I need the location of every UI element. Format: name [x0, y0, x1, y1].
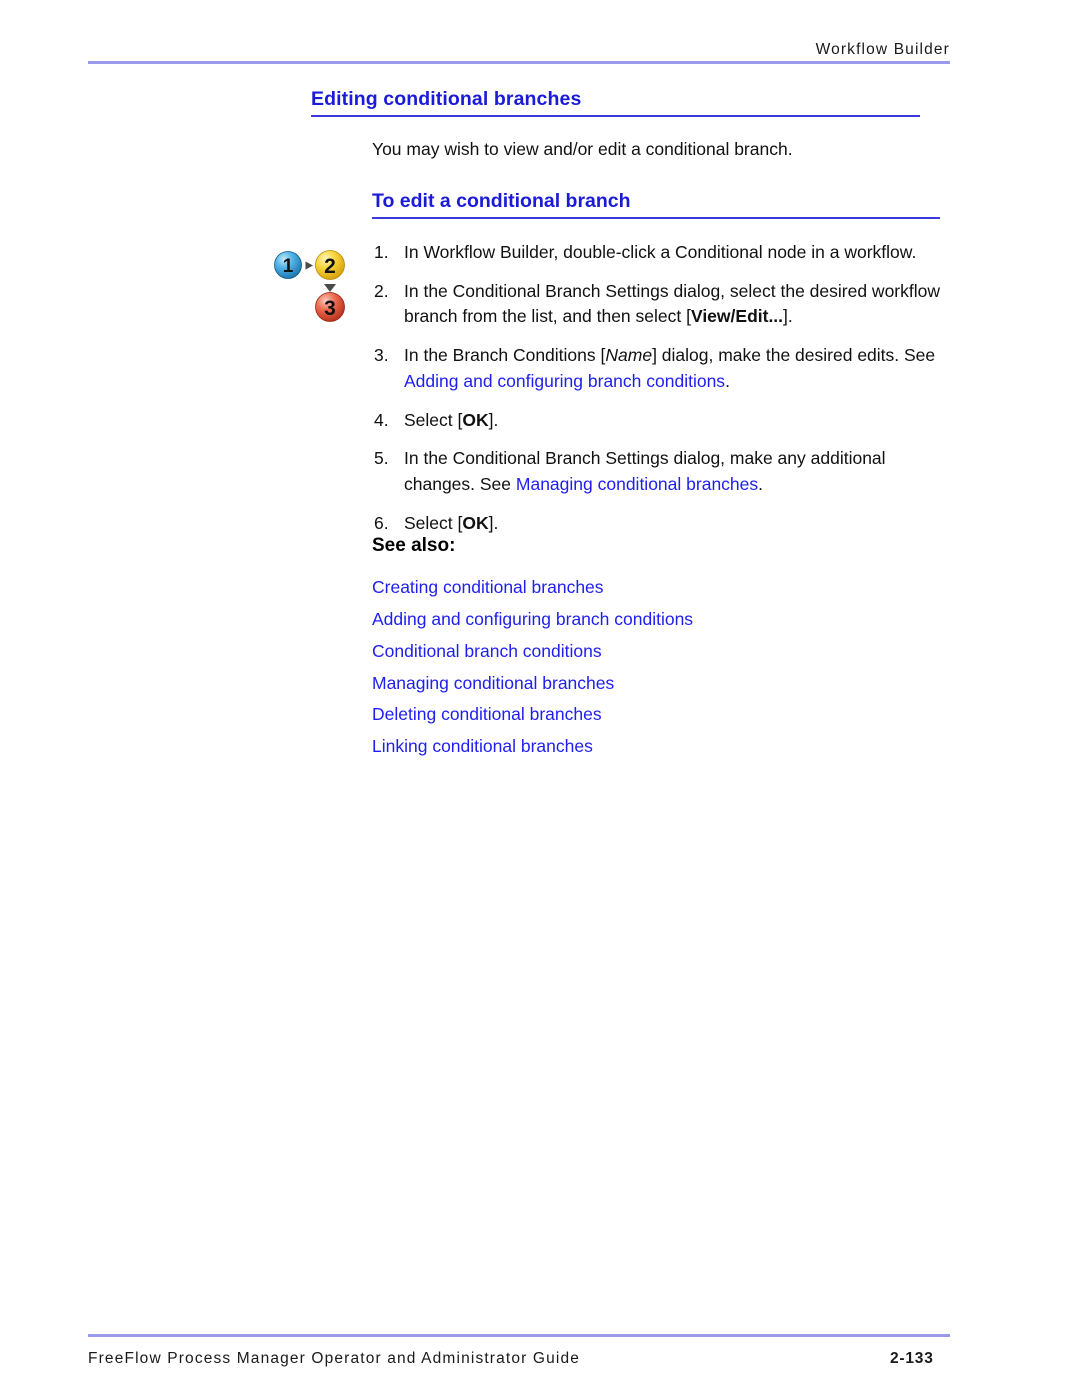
see-also-link[interactable]: Conditional branch conditions: [372, 636, 932, 668]
procedure-step-text: Select [OK].: [404, 410, 498, 430]
procedure-step-number: 4.: [374, 409, 389, 430]
see-also-link[interactable]: Managing conditional branches: [372, 668, 932, 700]
footer-page-number: 2-133: [890, 1350, 934, 1367]
procedure-step: 1. In Workflow Builder, double-click a Co…: [372, 240, 950, 266]
procedure-step-text: In the Conditional Branch Settings dialo…: [404, 448, 886, 494]
footer-rule: [88, 1334, 950, 1337]
procedure-list: 1. In Workflow Builder, double-click a Co…: [372, 240, 950, 549]
see-also-link[interactable]: Deleting conditional branches: [372, 699, 932, 731]
page-title-rule: [311, 115, 920, 117]
text-run: ].: [488, 409, 499, 430]
procedure-step-number: 1.: [374, 242, 389, 262]
procedure-step-text: In Workflow Builder, double-click a Cond…: [404, 242, 916, 262]
text-run: In the Branch Conditions [: [404, 345, 606, 366]
text-run: Select [: [404, 512, 463, 533]
text-run: In the Conditional Branch Settings dialo…: [404, 280, 940, 327]
footer-guide-title: FreeFlow Process Manager Operator and Ad…: [88, 1350, 580, 1367]
procedure-step: 5. In the Conditional Branch Settings dia…: [372, 446, 950, 497]
ui-label-emphasis: OK: [462, 409, 489, 430]
ui-label-emphasis: OK: [462, 512, 489, 533]
text-run: Select [: [404, 409, 463, 430]
see-also-title: See also:: [372, 535, 456, 556]
svg-text:1: 1: [283, 256, 294, 277]
running-header: Workflow Builder: [815, 41, 950, 58]
text-run: ].: [488, 512, 499, 533]
svg-text:2: 2: [324, 255, 336, 278]
cross-reference-link[interactable]: Managing conditional branches: [516, 474, 758, 494]
ui-label-emphasis: View/Edit...: [690, 306, 784, 327]
text-run: ] dialog, make the desired edits. See: [652, 345, 936, 366]
header-rule: [88, 61, 950, 64]
see-also-link[interactable]: Adding and configuring branch conditions: [372, 604, 932, 636]
procedure-step-number: 3.: [374, 345, 389, 366]
text-run: .: [758, 474, 764, 495]
see-also-list: Creating conditional branches Adding and …: [372, 572, 932, 763]
procedure-step-number: 5.: [374, 448, 389, 469]
document-page: Workflow Builder Editing conditional bra…: [0, 0, 1080, 1397]
see-also-link[interactable]: Creating conditional branches: [372, 572, 932, 604]
procedure-step: 3. In the Branch Conditions [Name] dialog…: [372, 343, 950, 394]
text-run: In Workflow Builder, double-click a Cond…: [404, 242, 917, 262]
section-title-rule: [372, 217, 940, 219]
procedure-step-text: Select [OK].: [404, 513, 498, 533]
svg-text:3: 3: [324, 297, 336, 320]
procedure-step-text: In the Branch Conditions [Name] dialog, …: [404, 345, 935, 391]
text-run: ].: [783, 306, 793, 327]
section-title: To edit a conditional branch: [372, 190, 631, 212]
page-title: Editing conditional branches: [311, 88, 582, 110]
intro-paragraph: You may wish to view and/or edit a condi…: [372, 139, 793, 159]
procedure-step-number: 2.: [374, 280, 389, 301]
steps-1-2-3-icon: 1 2 3: [272, 248, 348, 324]
text-run: .: [725, 370, 730, 391]
cross-reference-link[interactable]: Adding and configuring branch conditions: [404, 371, 725, 391]
procedure-step-number: 6.: [374, 512, 389, 533]
placeholder-variable: Name: [605, 345, 653, 366]
procedure-step: 6. Select [OK].: [372, 511, 950, 537]
procedure-step: 2. In the Conditional Branch Settings dia…: [372, 279, 950, 330]
procedure-step-text: In the Conditional Branch Settings dialo…: [404, 281, 940, 327]
procedure-step: 4. Select [OK].: [372, 408, 950, 434]
see-also-link[interactable]: Linking conditional branches: [372, 731, 932, 763]
